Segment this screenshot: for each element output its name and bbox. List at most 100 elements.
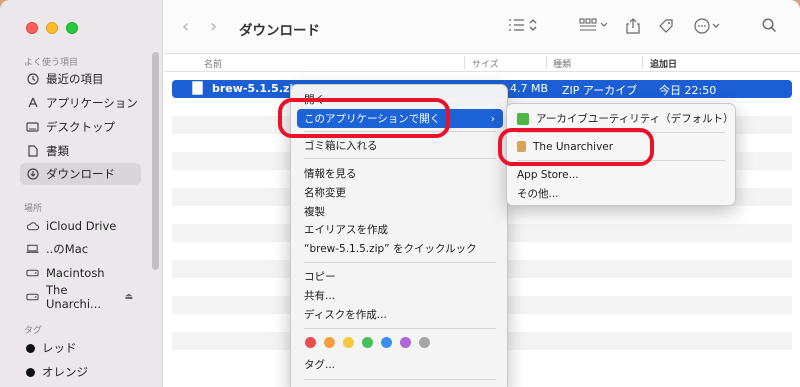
column-kind[interactable]: 種類 xyxy=(553,57,571,70)
apps-icon xyxy=(26,97,39,110)
menu-separator xyxy=(304,158,496,159)
column-separator xyxy=(546,56,547,69)
close-button[interactable] xyxy=(26,22,38,34)
menu-item-duplicate[interactable]: 複製 xyxy=(297,202,503,221)
sidebar-item-macintosh[interactable]: Macintosh xyxy=(20,262,141,284)
menu-item-share[interactable]: 共有... xyxy=(297,286,503,305)
column-separator xyxy=(642,56,643,69)
sidebar-item-unarchiver-volume[interactable]: The Unarchi... ⏏ xyxy=(20,283,141,311)
document-icon xyxy=(26,145,39,158)
zoom-button[interactable] xyxy=(66,22,78,34)
sidebar-item-label: オレンジ xyxy=(42,365,88,379)
tag-icon[interactable] xyxy=(658,18,674,38)
menu-separator xyxy=(304,131,496,132)
sidebar-item-recents[interactable]: 最近の項目 xyxy=(20,68,141,90)
sidebar-item-label: 最近の項目 xyxy=(46,72,104,86)
column-date-added[interactable]: 追加日 xyxy=(650,57,677,70)
sidebar-item-label: 書類 xyxy=(46,144,69,158)
sidebar-item-desktop[interactable]: デスクトップ xyxy=(20,116,141,138)
column-size[interactable]: サイズ xyxy=(472,57,499,70)
group-icon[interactable] xyxy=(579,18,609,36)
column-name[interactable]: 名前 xyxy=(204,57,222,70)
submenu-item-archive-utility[interactable]: アーカイブユーティリティ（デフォルト） xyxy=(517,109,734,128)
sidebar-item-mac[interactable]: ..のMac xyxy=(20,238,141,260)
tags-header: タグ xyxy=(24,326,43,336)
open-with-submenu: アーカイブユーティリティ（デフォルト） The Unarchiver App S… xyxy=(506,103,736,206)
sidebar-item-label: Macintosh xyxy=(46,266,105,280)
tag-color-picker xyxy=(305,337,430,348)
sidebar-item-tag-orange[interactable]: オレンジ xyxy=(20,361,141,383)
laptop-icon xyxy=(26,243,39,256)
sidebar-item-downloads[interactable]: ダウンロード xyxy=(20,163,141,185)
tag-color-yellow[interactable] xyxy=(343,337,354,348)
menu-item-label: このアプリケーションで開く xyxy=(304,113,441,125)
menu-item-label: 名称変更 xyxy=(304,187,346,199)
menu-separator xyxy=(517,160,725,161)
file-name: brew-5.1.5.zip xyxy=(212,82,302,95)
desktop-icon xyxy=(26,121,39,134)
tag-color-red[interactable] xyxy=(305,337,316,348)
sidebar-item-label: アプリケーション xyxy=(46,96,138,110)
context-menu: 開く このアプリケーションで開く › ゴミ箱に入れる 情報を見る 名称変更 複製… xyxy=(290,84,508,387)
menu-item-tags[interactable]: タグ... xyxy=(297,355,503,374)
sidebar: よく使う項目 最近の項目 アプリケーション デスクトップ 書類 ダウンロード 場… xyxy=(0,0,163,387)
zip-file-icon xyxy=(192,81,203,95)
menu-separator xyxy=(517,132,725,133)
submenu-item-other[interactable]: その他... xyxy=(517,184,559,203)
submenu-item-label: その他... xyxy=(517,188,559,200)
menu-item-rename[interactable]: 名称変更 xyxy=(297,183,503,202)
list-view-icon[interactable] xyxy=(508,18,538,36)
submenu-item-label: アーカイブユーティリティ（デフォルト） xyxy=(536,113,734,125)
cloud-icon xyxy=(26,220,39,233)
menu-item-burn-disc[interactable]: ディスクを作成... xyxy=(297,305,503,324)
sidebar-item-label: The Unarchi... xyxy=(46,283,102,311)
menu-item-label: ディスクを作成... xyxy=(304,309,387,321)
menu-separator xyxy=(304,328,496,329)
sidebar-item-applications[interactable]: アプリケーション xyxy=(20,92,141,114)
menu-item-open[interactable]: 開く xyxy=(297,90,503,109)
tag-color-green[interactable] xyxy=(362,337,373,348)
chevron-right-icon: › xyxy=(490,112,495,125)
menu-item-open-with[interactable]: このアプリケーションで開く › xyxy=(297,109,503,128)
menu-item-make-alias[interactable]: エイリアスを作成 xyxy=(297,220,503,239)
column-header-bar: 名前 サイズ 種類 追加日 xyxy=(164,54,800,72)
column-separator xyxy=(464,56,465,69)
tag-color-purple[interactable] xyxy=(400,337,411,348)
download-icon xyxy=(26,168,39,181)
submenu-item-label: App Store... xyxy=(517,168,579,181)
sidebar-item-label: レッド xyxy=(42,341,77,355)
tag-dot-icon xyxy=(26,367,35,377)
more-actions-icon[interactable] xyxy=(694,18,722,38)
submenu-item-label: The Unarchiver xyxy=(533,140,614,153)
minimize-button[interactable] xyxy=(46,22,58,34)
menu-item-get-info[interactable]: 情報を見る xyxy=(297,164,503,183)
file-size: 4.7 MB xyxy=(510,82,549,95)
menu-item-label: “brew-5.1.5.zip” をクイックルック xyxy=(304,243,477,255)
back-button[interactable]: ‹ xyxy=(182,16,189,37)
share-icon[interactable] xyxy=(626,18,640,38)
tag-color-gray[interactable] xyxy=(419,337,430,348)
submenu-item-app-store[interactable]: App Store... xyxy=(517,165,579,184)
eject-icon[interactable]: ⏏ xyxy=(124,292,133,302)
window-title: ダウンロード xyxy=(239,23,320,39)
favorites-header: よく使う項目 xyxy=(24,58,79,68)
submenu-item-unarchiver[interactable]: The Unarchiver xyxy=(517,137,613,156)
tag-dot-icon xyxy=(26,343,35,353)
unarchiver-app-icon xyxy=(517,141,526,152)
disk-icon xyxy=(26,291,39,304)
window-controls xyxy=(26,22,78,34)
sidebar-item-documents[interactable]: 書類 xyxy=(20,140,141,162)
menu-item-trash[interactable]: ゴミ箱に入れる xyxy=(297,136,503,155)
forward-button[interactable]: › xyxy=(210,16,217,37)
sidebar-item-icloud[interactable]: iCloud Drive xyxy=(20,215,141,237)
sidebar-scrollbar[interactable] xyxy=(152,52,159,270)
sidebar-item-label: ダウンロード xyxy=(46,167,115,181)
menu-item-quick-look[interactable]: “brew-5.1.5.zip” をクイックルック xyxy=(297,239,503,258)
tag-color-blue[interactable] xyxy=(381,337,392,348)
search-icon[interactable] xyxy=(762,18,777,37)
menu-item-copy[interactable]: コピー xyxy=(297,267,503,286)
sidebar-item-tag-red[interactable]: レッド xyxy=(20,337,141,359)
tag-color-orange[interactable] xyxy=(324,337,335,348)
menu-item-label: 共有... xyxy=(304,290,336,302)
menu-item-label: 情報を見る xyxy=(304,168,357,180)
